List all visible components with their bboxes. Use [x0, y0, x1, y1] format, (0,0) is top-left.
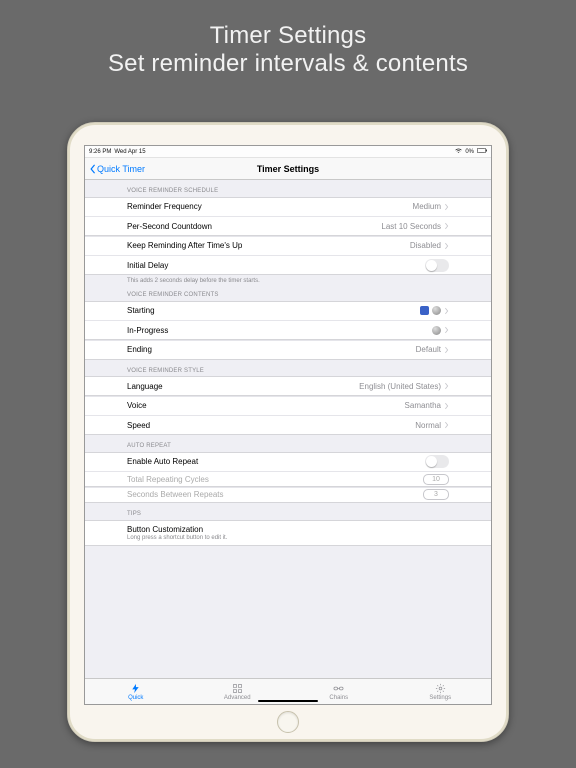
chevron-right-icon	[444, 307, 449, 315]
battery-pct: 0%	[465, 149, 474, 155]
initial-delay-footer: This adds 2 seconds delay before the tim…	[85, 275, 491, 288]
voice-orb-icon	[432, 306, 441, 315]
status-time: 9:26 PM	[89, 149, 111, 155]
section-header-autorepeat: AUTO REPEAT	[85, 435, 491, 452]
chevron-right-icon	[444, 203, 449, 211]
chevron-left-icon	[89, 164, 97, 174]
row-label: Keep Reminding After Time's Up	[127, 241, 242, 250]
voice-orb-icon	[432, 326, 441, 335]
status-bar: 9:26 PM Wed Apr 15 0%	[85, 146, 491, 158]
row-label: Voice	[127, 401, 147, 410]
row-value: Samantha	[405, 401, 441, 410]
row-keep-reminding[interactable]: Keep Reminding After Time's Up Disabled	[85, 236, 491, 256]
chevron-right-icon	[444, 222, 449, 230]
nav-bar: Quick Timer Timer Settings	[85, 158, 491, 180]
tab-label: Chains	[329, 695, 348, 701]
initial-delay-toggle[interactable]	[425, 259, 449, 272]
row-value: Normal	[415, 421, 441, 430]
battery-icon	[477, 148, 487, 155]
back-button[interactable]: Quick Timer	[89, 164, 145, 174]
row-starting[interactable]: Starting	[85, 301, 491, 321]
chevron-right-icon	[444, 402, 449, 410]
bolt-icon	[130, 683, 141, 694]
name-tag-icon	[420, 306, 429, 315]
row-value: Disabled	[410, 241, 441, 250]
row-in-progress[interactable]: In-Progress	[85, 320, 491, 340]
row-label: Reminder Frequency	[127, 202, 202, 211]
row-label: Ending	[127, 345, 152, 354]
tips-title: Button Customization	[127, 525, 449, 534]
chevron-right-icon	[444, 382, 449, 390]
row-label: Enable Auto Repeat	[127, 457, 198, 466]
chevron-right-icon	[444, 242, 449, 250]
row-label: Starting	[127, 306, 155, 315]
row-per-second-countdown[interactable]: Per-Second Countdown Last 10 Seconds	[85, 216, 491, 236]
section-header-contents: VOICE REMINDER CONTENTS	[85, 288, 491, 301]
row-label: Total Repeating Cycles	[127, 475, 209, 484]
tab-settings[interactable]: Settings	[390, 679, 492, 704]
row-label: Initial Delay	[127, 261, 168, 270]
tab-quick[interactable]: Quick	[85, 679, 187, 704]
chevron-right-icon	[444, 421, 449, 429]
home-button[interactable]	[277, 711, 299, 733]
row-label: Per-Second Countdown	[127, 222, 212, 231]
row-reminder-frequency[interactable]: Reminder Frequency Medium	[85, 197, 491, 217]
tips-subtitle: Long press a shortcut button to edit it.	[127, 534, 449, 541]
row-label: Speed	[127, 421, 150, 430]
tab-label: Advanced	[224, 695, 251, 701]
row-language[interactable]: Language English (United States)	[85, 376, 491, 396]
row-seconds-between: Seconds Between Repeats 3	[85, 487, 491, 503]
ipad-screen: 9:26 PM Wed Apr 15 0% Quick Timer Timer …	[84, 145, 492, 705]
grid-icon	[232, 683, 243, 694]
section-header-schedule: VOICE REMINDER SCHEDULE	[85, 180, 491, 197]
auto-repeat-toggle[interactable]	[425, 455, 449, 468]
row-value: Default	[416, 345, 441, 354]
tab-bar: Quick Advanced Chains Settings	[85, 678, 491, 704]
section-header-style: VOICE REMINDER STYLE	[85, 360, 491, 377]
tab-label: Quick	[128, 695, 143, 701]
row-ending[interactable]: Ending Default	[85, 340, 491, 360]
back-label: Quick Timer	[97, 164, 145, 174]
hero-subtitle: Set reminder intervals & contents	[0, 50, 576, 78]
row-value: Medium	[413, 202, 441, 211]
gear-icon	[435, 683, 446, 694]
row-label: Language	[127, 382, 163, 391]
chevron-right-icon	[444, 326, 449, 334]
wifi-icon	[455, 148, 462, 156]
seconds-between-field[interactable]: 3	[423, 489, 449, 500]
row-initial-delay[interactable]: Initial Delay	[85, 255, 491, 275]
page-title: Timer Settings	[257, 164, 319, 174]
status-date: Wed Apr 15	[114, 149, 145, 155]
row-speed[interactable]: Speed Normal	[85, 415, 491, 435]
row-button-customization: Button Customization Long press a shortc…	[85, 520, 491, 546]
row-label: In-Progress	[127, 326, 168, 335]
home-indicator	[258, 700, 318, 702]
row-voice[interactable]: Voice Samantha	[85, 396, 491, 416]
settings-content[interactable]: VOICE REMINDER SCHEDULE Reminder Frequen…	[85, 180, 491, 678]
row-total-cycles: Total Repeating Cycles 10	[85, 471, 491, 487]
tab-label: Settings	[429, 695, 451, 701]
section-header-tips: TIPS	[85, 503, 491, 520]
chain-icon	[333, 683, 344, 694]
row-label: Seconds Between Repeats	[127, 490, 224, 499]
row-enable-auto-repeat[interactable]: Enable Auto Repeat	[85, 452, 491, 472]
chevron-right-icon	[444, 346, 449, 354]
hero-title: Timer Settings	[0, 22, 576, 50]
row-value: Last 10 Seconds	[381, 222, 441, 231]
row-value: English (United States)	[359, 382, 441, 391]
total-cycles-field[interactable]: 10	[423, 474, 449, 485]
ipad-frame: 9:26 PM Wed Apr 15 0% Quick Timer Timer …	[67, 122, 509, 742]
